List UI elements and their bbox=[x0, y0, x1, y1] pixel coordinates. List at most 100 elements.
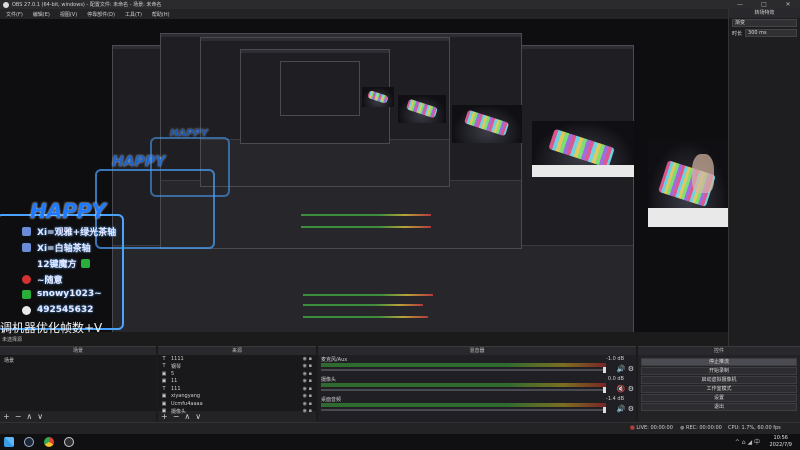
minimize-button[interactable]: — bbox=[728, 0, 752, 9]
nested-obs-window bbox=[280, 61, 360, 116]
no-source-selected-label: 未选择源 bbox=[2, 337, 23, 343]
happy-logo: HAPPY bbox=[30, 199, 107, 223]
visibility-icon[interactable]: ◉ ▪ bbox=[303, 378, 312, 384]
obs-taskbar-icon[interactable] bbox=[64, 437, 74, 447]
scenes-header: 场景 bbox=[0, 347, 156, 355]
mixer-channel: 桌面音频 -1.4 dB 🔊 ⚙ bbox=[318, 395, 636, 415]
duration-input[interactable]: 300 ms bbox=[745, 29, 797, 37]
steam-icon[interactable] bbox=[24, 437, 34, 447]
menu-bar: 文件(F) 编辑(E) 视图(V) 停靠部件(D) 工具(T) 帮助(H) bbox=[0, 9, 728, 19]
qq-icon bbox=[22, 305, 31, 315]
overlay-line-text: 492545632 bbox=[37, 305, 94, 315]
menu-view[interactable]: 视图(V) bbox=[60, 11, 77, 18]
nested-meter bbox=[301, 226, 431, 228]
windows-start-icon[interactable] bbox=[4, 437, 14, 447]
stop-streaming-button[interactable]: 停止推流 bbox=[641, 358, 797, 366]
volume-slider[interactable] bbox=[321, 387, 606, 393]
visibility-icon[interactable]: ◉ ▪ bbox=[303, 363, 312, 369]
source-item[interactable]: ▣ 11 ◉ ▪ bbox=[158, 378, 316, 386]
move-scene-down-button[interactable]: ∨ bbox=[37, 412, 43, 421]
system-clock[interactable]: 10:56 2022/7/9 bbox=[770, 435, 792, 449]
mixer-channels: 麦克风/Aux -1.0 dB 🔊 ⚙ 摄像头 0.0 dB 🔇 ⚙ 桌面音频 … bbox=[318, 355, 636, 422]
controls-dock: 控件 停止推流 开始录制 启动虚拟摄像机 工作室模式 设置 退出 bbox=[638, 346, 800, 422]
window-title: OBS 27.0.1 (64-bit, windows) - 配置文件: 未命名… bbox=[12, 2, 162, 8]
image-source-icon: ▣ bbox=[161, 393, 167, 400]
transitions-panel: 转场特效 渐变 时长 300 ms bbox=[728, 9, 800, 346]
system-tray-icons[interactable]: ^ ⌂ ◢ 中 bbox=[735, 437, 760, 446]
slider-handle[interactable] bbox=[603, 407, 606, 413]
start-recording-button[interactable]: 开始录制 bbox=[641, 367, 797, 375]
menu-docks[interactable]: 停靠部件(D) bbox=[87, 11, 115, 18]
source-label: 111 bbox=[171, 385, 181, 392]
visibility-icon[interactable]: ◉ ▪ bbox=[303, 401, 312, 407]
move-scene-up-button[interactable]: ∧ bbox=[26, 412, 32, 421]
maximize-button[interactable]: □ bbox=[752, 0, 776, 9]
text-source-icon: T bbox=[162, 363, 166, 370]
menu-file[interactable]: 文件(F) bbox=[6, 11, 23, 18]
preview-canvas[interactable]: HAPPY HAPPY HAPPY Xi=观雅+绿光茶轴 Xi=白轴茶轴 12键… bbox=[0, 19, 728, 332]
add-source-button[interactable]: + bbox=[161, 412, 168, 421]
scenes-toolbar: + − ∧ ∨ bbox=[0, 411, 156, 422]
source-item[interactable]: T 钢琴 ◉ ▪ bbox=[158, 363, 316, 371]
visibility-icon[interactable]: ◉ ▪ bbox=[303, 393, 312, 399]
add-scene-button[interactable]: + bbox=[3, 412, 10, 421]
nested-meter bbox=[303, 304, 423, 306]
menu-edit[interactable]: 编辑(E) bbox=[33, 11, 50, 18]
source-item[interactable]: ▣ Ucmfu4aaaa ◉ ▪ bbox=[158, 400, 316, 408]
overlay-line-text: ~随意 bbox=[37, 276, 63, 286]
studio-mode-button[interactable]: 工作室模式 bbox=[641, 385, 797, 393]
window-controls: — □ ✕ bbox=[728, 0, 800, 9]
mixer-header: 混音器 bbox=[318, 347, 636, 355]
nested-meter bbox=[301, 214, 431, 216]
nested-titlebar bbox=[201, 38, 449, 41]
muted-speaker-icon[interactable]: 🔇 ⚙ bbox=[617, 385, 634, 393]
sources-list: T 1111 ◉ ▪ T 钢琴 ◉ ▪ ▣ 5 ◉ ▪ ▣ 11 ◉ ▪ T 111 ◉ ▪ ▣ xi… bbox=[158, 355, 316, 415]
source-item[interactable]: T 1111 ◉ ▪ bbox=[158, 355, 316, 363]
volume-slider[interactable] bbox=[321, 407, 606, 413]
start-virtual-camera-button[interactable]: 启动虚拟摄像机 bbox=[641, 376, 797, 384]
exit-button[interactable]: 退出 bbox=[641, 403, 797, 411]
sources-dock: 来源 T 1111 ◉ ▪ T 钢琴 ◉ ▪ ▣ 5 ◉ ▪ ▣ 11 ◉ ▪ T 111 ◉ ▪ … bbox=[158, 346, 316, 422]
image-source-icon: ▣ bbox=[161, 400, 167, 407]
keyboard-image bbox=[548, 128, 616, 169]
volume-meter bbox=[321, 383, 606, 387]
slider-handle[interactable] bbox=[603, 367, 606, 373]
settings-button[interactable]: 设置 bbox=[641, 394, 797, 402]
remove-scene-button[interactable]: − bbox=[15, 412, 22, 421]
scene-item[interactable]: 场景 bbox=[0, 355, 156, 366]
close-button[interactable]: ✕ bbox=[776, 0, 800, 9]
live-dot-icon: ■ bbox=[630, 425, 635, 431]
volume-meter bbox=[321, 363, 606, 367]
happy-logo: HAPPY bbox=[170, 128, 209, 139]
scenes-list: 场景 bbox=[0, 355, 156, 411]
blank-icon bbox=[22, 259, 31, 268]
source-item[interactable]: T 111 ◉ ▪ bbox=[158, 385, 316, 393]
transition-type-row: 渐变 bbox=[729, 18, 800, 28]
visibility-icon[interactable]: ◉ ▪ bbox=[303, 371, 312, 377]
transition-type-select[interactable]: 渐变 bbox=[732, 19, 797, 27]
nested-dock bbox=[113, 245, 633, 332]
move-source-down-button[interactable]: ∨ bbox=[195, 412, 201, 421]
channel-db: -1.0 dB bbox=[606, 356, 624, 362]
overlay-caption: 调机器优化帧数+V bbox=[0, 321, 103, 335]
controls-buttons: 停止推流 开始录制 启动虚拟摄像机 工作室模式 设置 退出 bbox=[638, 355, 800, 422]
visibility-icon[interactable]: ◉ ▪ bbox=[303, 386, 312, 392]
desk-image bbox=[648, 208, 728, 227]
menu-tools[interactable]: 工具(T) bbox=[125, 11, 142, 18]
chrome-icon[interactable] bbox=[44, 437, 54, 447]
source-item[interactable]: ▣ 5 ◉ ▪ bbox=[158, 370, 316, 378]
volume-slider[interactable] bbox=[321, 367, 606, 373]
mute-speaker-icon[interactable]: 🔊 ⚙ bbox=[617, 365, 634, 373]
move-source-up-button[interactable]: ∧ bbox=[184, 412, 190, 421]
overlay-line: 12键魔方 bbox=[22, 257, 96, 270]
remove-source-button[interactable]: − bbox=[173, 412, 180, 421]
visibility-icon[interactable]: ◉ ▪ bbox=[303, 356, 312, 362]
rec-dot-icon: ● bbox=[680, 425, 685, 431]
menu-help[interactable]: 帮助(H) bbox=[152, 11, 170, 18]
wechat-icon bbox=[80, 259, 90, 268]
source-item[interactable]: ▣ xiyangyang ◉ ▪ bbox=[158, 393, 316, 401]
slider-handle[interactable] bbox=[603, 387, 606, 393]
mute-speaker-icon[interactable]: 🔊 ⚙ bbox=[617, 405, 634, 413]
overlay-line: Xi=观雅+绿光茶轴 bbox=[22, 225, 116, 238]
nested-dock bbox=[201, 138, 449, 186]
